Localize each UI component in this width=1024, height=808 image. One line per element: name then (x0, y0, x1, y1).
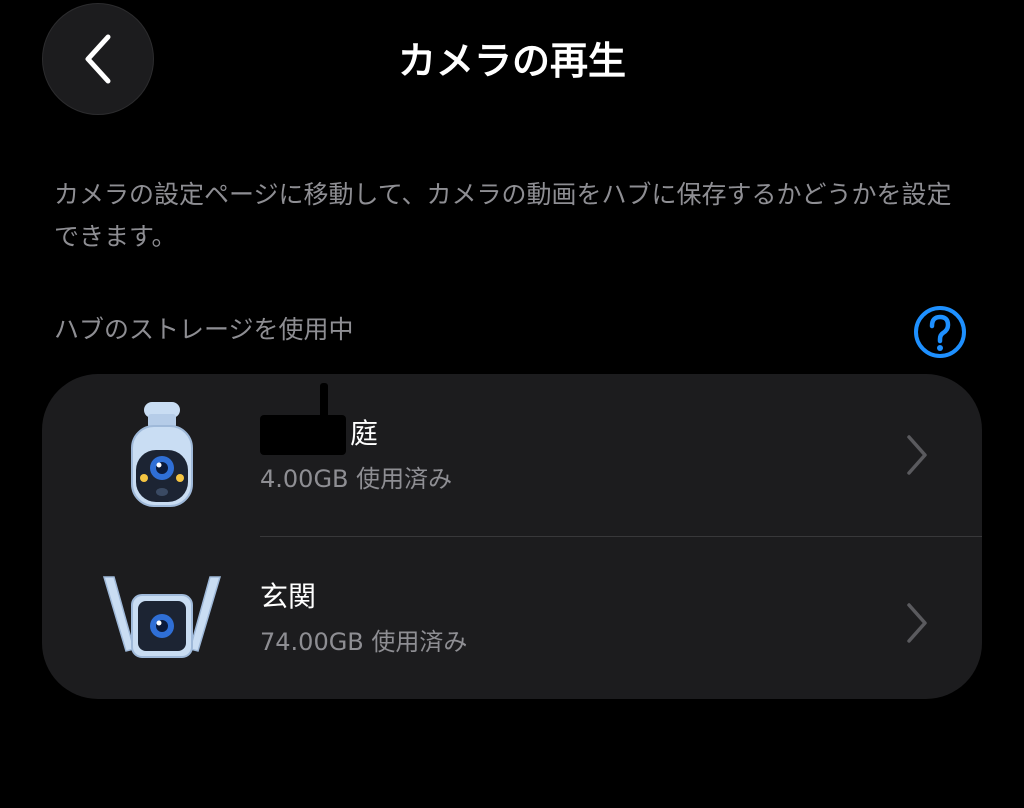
list-item-camera-garden[interactable]: 庭 4.00GB 使用済み (42, 374, 982, 536)
chevron-right-icon (907, 603, 927, 643)
page-description: カメラの設定ページに移動して、カメラの動画をハブに保存するかどうかを設定できます… (54, 180, 952, 251)
redaction-mark (260, 383, 346, 455)
device-storage-usage: 74.00GB 使用済み (260, 628, 468, 656)
chevron-right-icon (907, 435, 927, 475)
section-label: ハブのストレージを使用中 (54, 315, 354, 344)
bullet-camera-icon (131, 402, 193, 507)
device-storage-usage: 4.00GB 使用済み (260, 465, 453, 493)
question-circle-icon[interactable] (912, 304, 968, 360)
antenna-camera-icon (102, 576, 222, 658)
list-item-camera-entrance[interactable]: 玄関 74.00GB 使用済み (42, 537, 982, 699)
page-title: カメラの再生 (397, 39, 626, 83)
camera-storage-list: 庭 4.00GB 使用済み 玄関 74.00GB 使用済み (42, 374, 982, 699)
device-name: 庭 (260, 383, 378, 455)
device-name: 玄関 (260, 580, 317, 613)
